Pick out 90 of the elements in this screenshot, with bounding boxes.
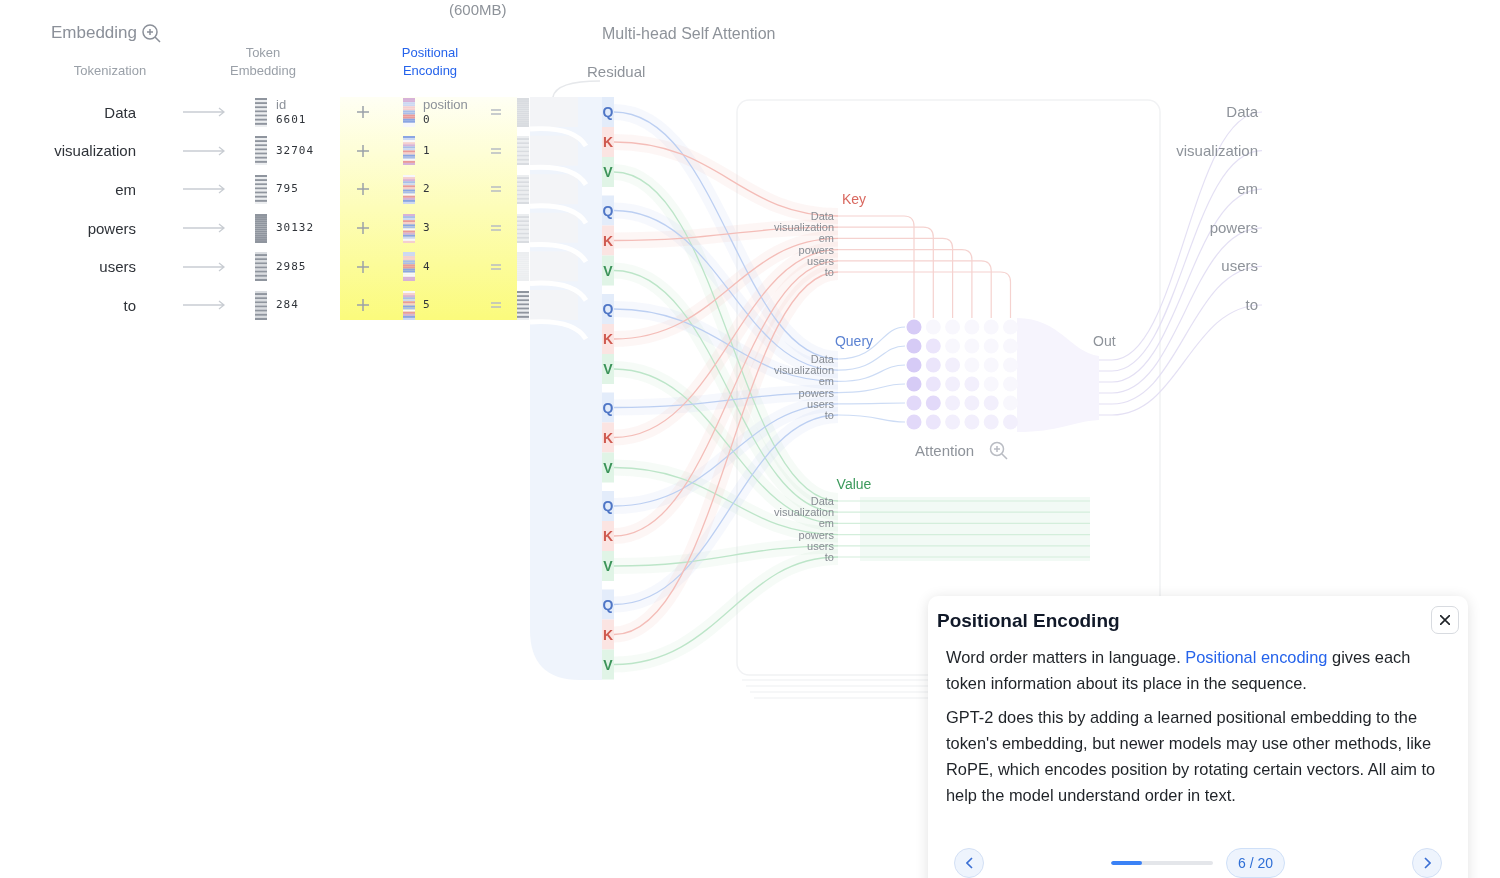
token-label: powers [87, 219, 136, 237]
equals-icon [491, 147, 501, 154]
vector-segment: Q [602, 392, 614, 423]
vector-segment: V [602, 157, 614, 187]
position-vector-icon [403, 252, 415, 282]
id-label: id [276, 97, 287, 114]
plus-icon [357, 106, 369, 119]
arrow-icon [183, 223, 225, 234]
token-vector-icon [255, 136, 267, 166]
vector-segment: K [602, 422, 614, 453]
equals-icon [491, 225, 501, 232]
arrow-icon [183, 300, 225, 311]
section-title: Embedding [51, 23, 137, 43]
equals-icon [491, 263, 501, 270]
vector-segment: K [602, 127, 614, 157]
column-header: Token Embedding [229, 44, 297, 80]
vector-segment: K [602, 619, 614, 650]
vector-segment: Q [602, 589, 614, 620]
position-index: 1 [423, 143, 431, 158]
position-index: 0 [423, 113, 431, 128]
vector-segment: Q [602, 97, 614, 127]
vector-segment: Q [602, 294, 614, 324]
vector-segment: Q [602, 195, 614, 226]
plus-icon [357, 183, 369, 196]
embedding-vector-icon [517, 175, 529, 204]
arrow-icon [183, 261, 225, 272]
vector-segment: K [602, 225, 614, 256]
position-vector-icon [403, 136, 415, 166]
vector-segment: V [602, 255, 614, 286]
vector-segment: V [602, 551, 614, 581]
embedding-vector-icon [517, 136, 529, 166]
vector-segment: V [602, 649, 614, 680]
position-vector-icon [403, 97, 415, 127]
close-icon [1440, 615, 1450, 625]
token-vector-icon [255, 213, 267, 243]
column-header: Positional Encoding [400, 44, 460, 80]
card-paragraph: GPT-2 does this by adding a learned positional embedding to the token's embedding, but newer models may use other methods, like RoPE, which encodes position by rotating certain vectors. All aim to help the model understand order in text. [946, 707, 1437, 806]
zoom-in-icon[interactable] [142, 23, 161, 43]
next-button[interactable] [1412, 848, 1442, 878]
plus-icon [357, 299, 369, 312]
position-vector-icon [403, 175, 415, 204]
embedding-vector-icon [517, 97, 529, 127]
position-vector-icon [403, 213, 415, 243]
token-label: Data [104, 103, 136, 121]
arrow-icon [183, 107, 225, 118]
section-title: Multi-head Self Attention [602, 25, 776, 42]
embedding-vector-icon [517, 252, 529, 282]
chevron-right-icon [1423, 857, 1431, 869]
token-id: 2985 [276, 259, 307, 274]
token-vector-icon [255, 252, 267, 282]
token-label: to [123, 296, 136, 314]
token-id: 6601 [276, 113, 307, 128]
token-vector-icon [255, 290, 267, 320]
model-size-label: (600MB) [449, 0, 507, 20]
column-header: Tokenization [73, 62, 147, 80]
vector-segment: V [602, 452, 614, 483]
token-id: 32704 [276, 143, 315, 158]
position-index: 3 [423, 221, 431, 236]
position-vector-icon [403, 290, 415, 320]
arrow-icon [183, 145, 225, 156]
equals-icon [491, 186, 501, 193]
plus-icon [357, 144, 369, 157]
token-id: 284 [276, 298, 299, 313]
position-index: 4 [423, 259, 431, 274]
chevron-left-icon [965, 857, 973, 869]
vector-segment: V [602, 354, 614, 384]
position-label: position [423, 97, 468, 114]
token-label: visualization [54, 142, 136, 160]
equals-icon [491, 302, 501, 309]
token-label: em [115, 181, 136, 198]
embedding-vector-icon [517, 290, 529, 320]
previous-button[interactable] [954, 848, 984, 878]
token-vector-icon [255, 175, 267, 204]
vector-segment: Q [602, 491, 614, 521]
token-id: 795 [276, 182, 299, 197]
close-button[interactable] [1431, 606, 1459, 634]
token-label: users [99, 258, 136, 276]
vector-segment: K [602, 324, 614, 354]
plus-icon [357, 222, 369, 235]
vector-segment: K [602, 521, 614, 551]
arrow-icon [183, 184, 225, 195]
plus-icon [357, 260, 369, 273]
step-counter: 6 / 20 [1226, 848, 1285, 878]
residual-label: Residual [587, 63, 646, 80]
token-vector-icon [255, 97, 267, 127]
position-index: 5 [423, 298, 431, 313]
position-index: 2 [423, 182, 431, 197]
equals-icon [491, 109, 501, 116]
embedding-vector-icon [517, 213, 529, 243]
token-id: 30132 [276, 221, 315, 236]
